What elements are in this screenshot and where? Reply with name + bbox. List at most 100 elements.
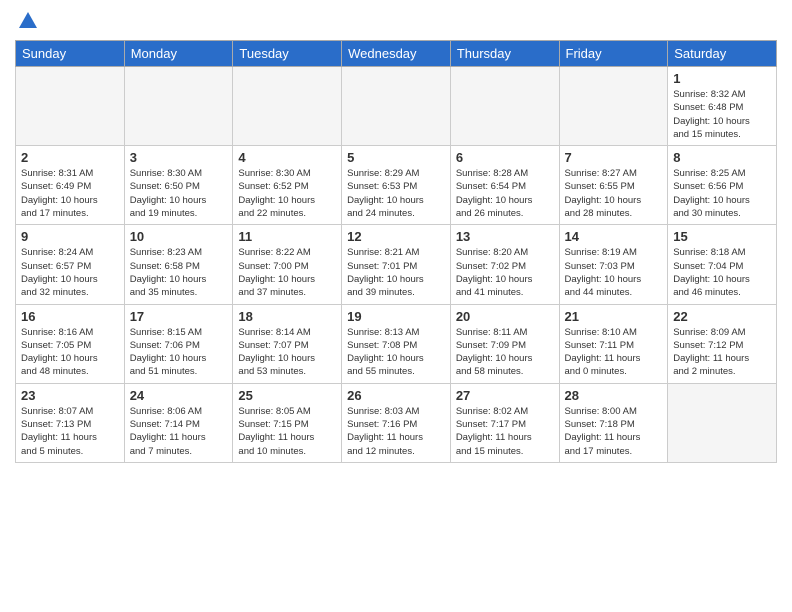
day-number: 16 [21, 309, 119, 324]
calendar-body: 1 Sunrise: 8:32 AM Sunset: 6:48 PM Daylig… [16, 67, 777, 463]
day-number: 10 [130, 229, 228, 244]
day-number: 5 [347, 150, 445, 165]
day-number: 26 [347, 388, 445, 403]
calendar-cell [450, 67, 559, 146]
day-number: 4 [238, 150, 336, 165]
day-number: 20 [456, 309, 554, 324]
calendar-cell [16, 67, 125, 146]
weekday-header-saturday: Saturday [668, 41, 777, 67]
calendar-cell: 8 Sunrise: 8:25 AM Sunset: 6:56 PM Daylig… [668, 146, 777, 225]
day-detail: Sunrise: 8:13 AM Sunset: 7:08 PM Dayligh… [347, 326, 445, 379]
logo [15, 10, 41, 32]
day-number: 21 [565, 309, 663, 324]
calendar-cell: 7 Sunrise: 8:27 AM Sunset: 6:55 PM Daylig… [559, 146, 668, 225]
calendar-cell: 15 Sunrise: 8:18 AM Sunset: 7:04 PM Dayli… [668, 225, 777, 304]
day-detail: Sunrise: 8:23 AM Sunset: 6:58 PM Dayligh… [130, 246, 228, 299]
header [15, 10, 777, 32]
calendar-cell: 3Sunrise: 8:30 AM Sunset: 6:50 PM Daylig… [124, 146, 233, 225]
calendar-week-1: 1 Sunrise: 8:32 AM Sunset: 6:48 PM Daylig… [16, 67, 777, 146]
day-detail: Sunrise: 8:31 AM Sunset: 6:49 PM Dayligh… [21, 167, 119, 220]
day-number: 2 [21, 150, 119, 165]
day-detail: Sunrise: 8:20 AM Sunset: 7:02 PM Dayligh… [456, 246, 554, 299]
calendar-cell: 23Sunrise: 8:07 AM Sunset: 7:13 PM Dayli… [16, 383, 125, 462]
day-number: 13 [456, 229, 554, 244]
weekday-header-tuesday: Tuesday [233, 41, 342, 67]
day-detail: Sunrise: 8:09 AM Sunset: 7:12 PM Dayligh… [673, 326, 771, 379]
calendar-cell: 21 Sunrise: 8:10 AM Sunset: 7:11 PM Dayli… [559, 304, 668, 383]
day-detail: Sunrise: 8:22 AM Sunset: 7:00 PM Dayligh… [238, 246, 336, 299]
day-detail: Sunrise: 8:30 AM Sunset: 6:50 PM Dayligh… [130, 167, 228, 220]
weekday-header-friday: Friday [559, 41, 668, 67]
day-detail: Sunrise: 8:21 AM Sunset: 7:01 PM Dayligh… [347, 246, 445, 299]
day-number: 17 [130, 309, 228, 324]
day-number: 25 [238, 388, 336, 403]
day-number: 24 [130, 388, 228, 403]
calendar-cell [559, 67, 668, 146]
day-detail: Sunrise: 8:24 AM Sunset: 6:57 PM Dayligh… [21, 246, 119, 299]
day-number: 15 [673, 229, 771, 244]
calendar-cell: 10 Sunrise: 8:23 AM Sunset: 6:58 PM Dayli… [124, 225, 233, 304]
calendar-week-5: 23Sunrise: 8:07 AM Sunset: 7:13 PM Dayli… [16, 383, 777, 462]
day-number: 19 [347, 309, 445, 324]
calendar-cell: 26Sunrise: 8:03 AM Sunset: 7:16 PM Dayli… [342, 383, 451, 462]
day-number: 9 [21, 229, 119, 244]
calendar-cell: 18Sunrise: 8:14 AM Sunset: 7:07 PM Dayli… [233, 304, 342, 383]
day-detail: Sunrise: 8:25 AM Sunset: 6:56 PM Dayligh… [673, 167, 771, 220]
day-number: 12 [347, 229, 445, 244]
calendar-cell: 24 Sunrise: 8:06 AM Sunset: 7:14 PM Dayli… [124, 383, 233, 462]
calendar-week-3: 9 Sunrise: 8:24 AM Sunset: 6:57 PM Daylig… [16, 225, 777, 304]
calendar-cell: 22 Sunrise: 8:09 AM Sunset: 7:12 PM Dayli… [668, 304, 777, 383]
page-container: SundayMondayTuesdayWednesdayThursdayFrid… [0, 0, 792, 473]
calendar-cell: 25 Sunrise: 8:05 AM Sunset: 7:15 PM Dayli… [233, 383, 342, 462]
day-detail: Sunrise: 8:27 AM Sunset: 6:55 PM Dayligh… [565, 167, 663, 220]
weekday-header-thursday: Thursday [450, 41, 559, 67]
day-detail: Sunrise: 8:10 AM Sunset: 7:11 PM Dayligh… [565, 326, 663, 379]
weekday-header-monday: Monday [124, 41, 233, 67]
calendar-cell: 5 Sunrise: 8:29 AM Sunset: 6:53 PM Daylig… [342, 146, 451, 225]
calendar-header-row: SundayMondayTuesdayWednesdayThursdayFrid… [16, 41, 777, 67]
day-detail: Sunrise: 8:14 AM Sunset: 7:07 PM Dayligh… [238, 326, 336, 379]
logo-icon [17, 10, 39, 32]
day-number: 1 [673, 71, 771, 86]
day-detail: Sunrise: 8:29 AM Sunset: 6:53 PM Dayligh… [347, 167, 445, 220]
day-detail: Sunrise: 8:07 AM Sunset: 7:13 PM Dayligh… [21, 405, 119, 458]
calendar-cell: 6 Sunrise: 8:28 AM Sunset: 6:54 PM Daylig… [450, 146, 559, 225]
weekday-header-sunday: Sunday [16, 41, 125, 67]
day-number: 11 [238, 229, 336, 244]
calendar-cell: 13 Sunrise: 8:20 AM Sunset: 7:02 PM Dayli… [450, 225, 559, 304]
calendar-cell [342, 67, 451, 146]
day-number: 6 [456, 150, 554, 165]
calendar-cell: 14Sunrise: 8:19 AM Sunset: 7:03 PM Dayli… [559, 225, 668, 304]
day-detail: Sunrise: 8:06 AM Sunset: 7:14 PM Dayligh… [130, 405, 228, 458]
day-detail: Sunrise: 8:11 AM Sunset: 7:09 PM Dayligh… [456, 326, 554, 379]
calendar-cell: 20 Sunrise: 8:11 AM Sunset: 7:09 PM Dayli… [450, 304, 559, 383]
day-number: 14 [565, 229, 663, 244]
calendar-cell [233, 67, 342, 146]
calendar-cell: 28 Sunrise: 8:00 AM Sunset: 7:18 PM Dayli… [559, 383, 668, 462]
calendar-cell [124, 67, 233, 146]
calendar-cell: 4 Sunrise: 8:30 AM Sunset: 6:52 PM Daylig… [233, 146, 342, 225]
calendar-cell: 19 Sunrise: 8:13 AM Sunset: 7:08 PM Dayli… [342, 304, 451, 383]
calendar-cell: 11 Sunrise: 8:22 AM Sunset: 7:00 PM Dayli… [233, 225, 342, 304]
day-detail: Sunrise: 8:16 AM Sunset: 7:05 PM Dayligh… [21, 326, 119, 379]
calendar-cell: 16 Sunrise: 8:16 AM Sunset: 7:05 PM Dayli… [16, 304, 125, 383]
calendar-cell: 12 Sunrise: 8:21 AM Sunset: 7:01 PM Dayli… [342, 225, 451, 304]
calendar-week-2: 2 Sunrise: 8:31 AM Sunset: 6:49 PM Daylig… [16, 146, 777, 225]
calendar-cell: 17 Sunrise: 8:15 AM Sunset: 7:06 PM Dayli… [124, 304, 233, 383]
day-detail: Sunrise: 8:28 AM Sunset: 6:54 PM Dayligh… [456, 167, 554, 220]
calendar-cell: 2 Sunrise: 8:31 AM Sunset: 6:49 PM Daylig… [16, 146, 125, 225]
calendar-cell: 1 Sunrise: 8:32 AM Sunset: 6:48 PM Daylig… [668, 67, 777, 146]
day-detail: Sunrise: 8:30 AM Sunset: 6:52 PM Dayligh… [238, 167, 336, 220]
day-number: 22 [673, 309, 771, 324]
day-detail: Sunrise: 8:00 AM Sunset: 7:18 PM Dayligh… [565, 405, 663, 458]
calendar-table: SundayMondayTuesdayWednesdayThursdayFrid… [15, 40, 777, 463]
day-detail: Sunrise: 8:02 AM Sunset: 7:17 PM Dayligh… [456, 405, 554, 458]
day-detail: Sunrise: 8:18 AM Sunset: 7:04 PM Dayligh… [673, 246, 771, 299]
day-detail: Sunrise: 8:05 AM Sunset: 7:15 PM Dayligh… [238, 405, 336, 458]
day-number: 8 [673, 150, 771, 165]
calendar-week-4: 16 Sunrise: 8:16 AM Sunset: 7:05 PM Dayli… [16, 304, 777, 383]
day-detail: Sunrise: 8:32 AM Sunset: 6:48 PM Dayligh… [673, 88, 771, 141]
day-detail: Sunrise: 8:15 AM Sunset: 7:06 PM Dayligh… [130, 326, 228, 379]
day-number: 7 [565, 150, 663, 165]
day-number: 28 [565, 388, 663, 403]
